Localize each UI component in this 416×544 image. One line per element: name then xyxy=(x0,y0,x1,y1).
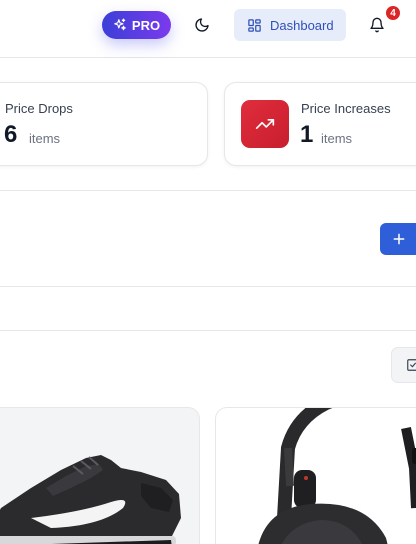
headphones-image xyxy=(258,408,416,544)
bell-icon xyxy=(370,17,384,33)
layout-grid-icon xyxy=(248,18,261,32)
pro-label: PRO xyxy=(131,17,161,33)
sparkles-icon xyxy=(114,18,126,31)
price-drops-count: 6 xyxy=(4,121,18,148)
price-drops-card[interactable]: Price Drops 6 items xyxy=(0,82,208,166)
sneaker-image xyxy=(0,455,181,544)
top-bar: PRO Dashboard 4 xyxy=(0,0,416,58)
checkbox-icon xyxy=(407,359,416,371)
plus-icon xyxy=(393,233,405,245)
product-card[interactable] xyxy=(0,407,200,544)
dashboard-button[interactable]: Dashboard xyxy=(234,9,346,41)
section-divider xyxy=(0,190,416,191)
notifications-button[interactable] xyxy=(366,13,388,37)
price-increases-count: 1 xyxy=(300,121,314,148)
product-card[interactable] xyxy=(215,407,416,544)
select-mode-button[interactable] xyxy=(391,347,416,383)
price-increases-unit: items xyxy=(321,131,353,146)
section-divider xyxy=(0,330,416,331)
price-drops-unit: items xyxy=(29,131,61,146)
section-divider xyxy=(0,286,416,287)
pro-button[interactable]: PRO xyxy=(102,11,171,39)
trending-up-icon xyxy=(255,119,275,129)
dashboard-label: Dashboard xyxy=(270,17,334,33)
notification-badge: 4 xyxy=(385,5,401,21)
trending-up-icon-tile xyxy=(241,100,289,148)
moon-icon xyxy=(195,18,209,32)
price-increases-title: Price Increases xyxy=(301,101,391,116)
theme-toggle-button[interactable] xyxy=(190,13,214,37)
add-product-button[interactable] xyxy=(380,223,416,255)
price-increases-card[interactable]: Price Increases 1 items xyxy=(224,82,416,166)
price-drops-title: Price Drops xyxy=(5,101,73,116)
